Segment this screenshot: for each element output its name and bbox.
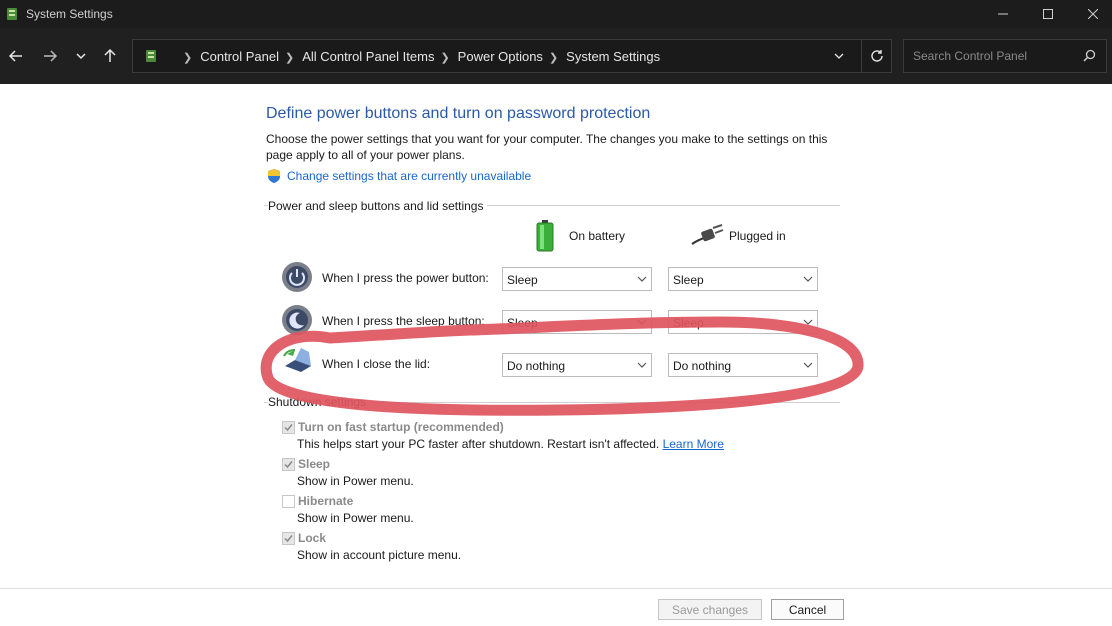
address-bar: ❯ Control Panel ❯ All Control Panel Items ❯ P… — [0, 28, 1112, 84]
battery-icon — [536, 220, 554, 252]
cancel-button[interactable]: Cancel — [771, 599, 844, 620]
breadcrumb-item-control-panel[interactable]: Control Panel — [200, 49, 279, 64]
close-lid-battery-select[interactable]: Do nothing — [502, 353, 652, 377]
page-title: Define power buttons and turn on passwor… — [266, 105, 651, 122]
arrow-up-icon — [104, 49, 116, 62]
footer-divider — [0, 588, 1112, 589]
select-value: Sleep — [507, 316, 538, 330]
sleep-description: Show in Power menu. — [297, 474, 414, 488]
back-button[interactable] — [4, 44, 28, 68]
close-lid-plugged-select[interactable]: Do nothing — [668, 353, 818, 377]
up-button[interactable] — [98, 44, 122, 68]
uac-shield-icon — [268, 169, 280, 183]
chevron-down-icon — [834, 53, 844, 59]
sleep-button-battery-select[interactable]: Sleep — [502, 310, 652, 334]
select-value: Sleep — [673, 273, 704, 287]
checkmark-icon — [284, 424, 293, 432]
window-title: System Settings — [26, 7, 113, 21]
select-value: Sleep — [507, 273, 538, 287]
breadcrumb-item-system-settings[interactable]: System Settings — [566, 49, 660, 64]
power-button-battery-select[interactable]: Sleep — [502, 267, 652, 291]
checkmark-icon — [284, 461, 293, 469]
sleep-button-label: When I press the sleep button: — [322, 314, 485, 328]
chevron-down-icon — [76, 53, 86, 60]
sleep-label: Sleep — [298, 457, 331, 471]
chevron-right-icon: ❯ — [285, 52, 295, 64]
checkmark-icon — [284, 535, 293, 543]
sleep-button-plugged-select[interactable]: Sleep — [668, 310, 818, 334]
sleep-checkbox[interactable] — [282, 458, 295, 471]
select-value: Do nothing — [507, 359, 566, 373]
search-input[interactable]: Search Control Panel — [903, 39, 1107, 73]
fast-startup-description: This helps start your PC faster after sh… — [297, 437, 724, 451]
chevron-down-icon — [637, 319, 647, 325]
chevron-down-icon — [803, 276, 813, 282]
power-plug-icon — [691, 224, 724, 245]
save-changes-button[interactable]: Save changes — [658, 599, 762, 620]
breadcrumb: ❯ Control Panel ❯ All Control Panel Items ❯ P… — [177, 49, 660, 64]
lock-description: Show in account picture menu. — [297, 548, 462, 562]
main-content: Define power buttons and turn on passwor… — [0, 84, 1112, 588]
chevron-down-icon — [637, 276, 647, 282]
maximize-button[interactable] — [1025, 0, 1071, 28]
page-description: Choose the power settings that you want … — [266, 132, 828, 162]
power-button-plugged-select[interactable]: Sleep — [668, 267, 818, 291]
forward-button[interactable] — [38, 44, 62, 68]
maximize-icon — [1043, 9, 1053, 19]
lock-label: Lock — [298, 531, 327, 545]
refresh-icon — [870, 50, 883, 62]
fast-startup-desc-text: This helps start your PC faster after sh… — [297, 437, 660, 451]
title-bar: System Settings — [0, 0, 1112, 28]
search-placeholder: Search Control Panel — [913, 49, 1028, 63]
hibernate-label: Hibernate — [298, 494, 354, 508]
chevron-right-icon: ❯ — [440, 52, 450, 64]
address-field[interactable]: ❯ Control Panel ❯ All Control Panel Items ❯ P… — [132, 39, 892, 73]
on-battery-header: On battery — [569, 229, 626, 243]
breadcrumb-item-all-items[interactable]: All Control Panel Items — [302, 49, 434, 64]
control-panel-icon — [7, 8, 17, 20]
arrow-left-icon — [9, 50, 22, 62]
fast-startup-checkbox[interactable] — [282, 421, 295, 434]
power-button-icon — [282, 262, 312, 292]
minimize-icon — [998, 13, 1008, 15]
close-button[interactable] — [1070, 0, 1112, 28]
chevron-right-icon: ❯ — [548, 52, 559, 64]
minimize-button[interactable] — [980, 0, 1026, 28]
hibernate-checkbox[interactable] — [282, 495, 295, 508]
close-lid-label: When I close the lid: — [322, 357, 431, 371]
lock-checkbox[interactable] — [282, 532, 295, 545]
arrow-right-icon — [44, 50, 57, 62]
address-history-dropdown[interactable] — [833, 49, 845, 67]
refresh-button[interactable] — [861, 40, 891, 72]
learn-more-link[interactable]: Learn More — [663, 437, 724, 451]
close-icon — [1088, 9, 1098, 19]
power-section-title: Power and sleep buttons and lid settings — [268, 199, 488, 213]
change-settings-link[interactable]: Change settings that are currently unava… — [287, 169, 531, 183]
fast-startup-label: Turn on fast startup (recommended) — [298, 420, 504, 434]
chevron-right-icon: ❯ — [183, 52, 193, 64]
select-value: Do nothing — [673, 359, 732, 373]
power-button-label: When I press the power button: — [322, 271, 489, 285]
control-panel-icon — [146, 50, 156, 62]
chevron-down-icon — [803, 362, 813, 368]
chevron-down-icon — [803, 319, 813, 325]
search-icon — [1083, 49, 1096, 62]
chevron-down-icon — [637, 362, 647, 368]
laptop-lid-icon — [283, 348, 311, 372]
breadcrumb-item-power-options[interactable]: Power Options — [458, 49, 543, 64]
shutdown-section-title: Shutdown settings — [268, 395, 371, 409]
recent-locations-button[interactable] — [69, 44, 93, 68]
hibernate-description: Show in Power menu. — [297, 511, 414, 525]
select-value: Sleep — [673, 316, 704, 330]
plugged-in-header: Plugged in — [729, 229, 786, 243]
sleep-button-icon — [282, 305, 312, 335]
